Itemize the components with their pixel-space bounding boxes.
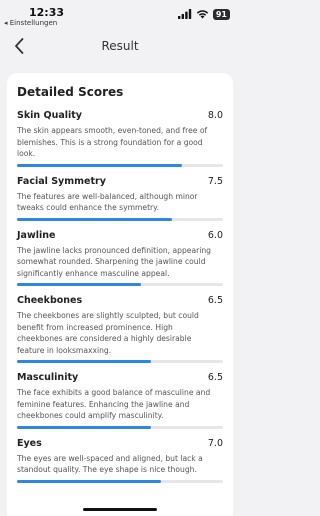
score-description: The cheekbones are slightly sculpted, bu… bbox=[17, 311, 199, 355]
score-description: The skin appears smooth, even-toned, and… bbox=[17, 126, 208, 158]
score-header: Jawline 6.0 bbox=[17, 230, 223, 241]
score-item: Cheekbones 6.5 The cheekbones are slightly… bbox=[17, 295, 223, 363]
score-bar-track bbox=[17, 283, 223, 286]
score-name: Eyes bbox=[17, 437, 42, 449]
score-description: The jawline lacks pronounced definition,… bbox=[17, 245, 211, 278]
score-bar-fill bbox=[17, 163, 182, 167]
score-name: Cheekbones bbox=[17, 295, 83, 306]
score-bar-fill bbox=[17, 425, 151, 429]
score-description: The eyes are well-spaced and aligned, bu… bbox=[17, 453, 203, 475]
status-bar: 12:33 ◂ Einstellungen 91 bbox=[0, 0, 240, 30]
score-header: Facial Symmetry 7.5 bbox=[17, 176, 223, 187]
scores-list: Skin Quality 8.0 The skin appears smooth, … bbox=[17, 110, 223, 483]
score-bar-track bbox=[17, 479, 223, 483]
navigation-bar: Result bbox=[0, 34, 240, 60]
score-bar-track bbox=[17, 425, 223, 429]
score-header: Cheekbones 6.5 bbox=[17, 295, 223, 306]
score-value: 8.0 bbox=[207, 110, 223, 121]
score-item: Masculinity 6.5 The face exhibits a good b… bbox=[17, 372, 223, 429]
score-bar-fill bbox=[17, 283, 141, 286]
score-bar-track bbox=[17, 163, 223, 167]
score-bar-fill bbox=[17, 479, 162, 483]
score-item: Eyes 7.0 The eyes are well-spaced and alig… bbox=[17, 438, 223, 483]
back-to-app-link[interactable]: ◂ Einstellungen bbox=[4, 19, 57, 27]
card-title: Detailed Scores bbox=[17, 85, 124, 99]
home-indicator bbox=[83, 508, 157, 511]
score-value: 6.0 bbox=[207, 229, 223, 241]
detailed-scores-card: Detailed Scores Skin Quality 8.0 The skin … bbox=[7, 73, 233, 516]
score-value: 6.5 bbox=[207, 372, 223, 383]
score-name: Skin Quality bbox=[17, 110, 82, 121]
score-item: Facial Symmetry 7.5 The features are well-… bbox=[17, 176, 223, 221]
score-bar-track bbox=[17, 217, 223, 221]
score-header: Eyes 7.0 bbox=[17, 438, 223, 449]
battery-indicator: 91 bbox=[212, 8, 230, 20]
score-description: The features are well-balanced, although… bbox=[17, 191, 198, 213]
score-description: The face exhibits a good balance of masc… bbox=[17, 388, 211, 420]
score-bar-fill bbox=[17, 217, 172, 221]
score-value: 7.0 bbox=[207, 437, 223, 449]
score-value: 6.5 bbox=[207, 295, 223, 306]
score-header: Masculinity 6.5 bbox=[17, 372, 223, 383]
score-name: Masculinity bbox=[17, 372, 79, 383]
score-header: Skin Quality 8.0 bbox=[17, 110, 223, 121]
score-name: Facial Symmetry bbox=[17, 175, 106, 187]
score-value: 7.5 bbox=[207, 175, 223, 187]
signal-icon bbox=[177, 9, 192, 19]
status-time: 12:33 bbox=[29, 6, 65, 19]
score-bar-track bbox=[17, 360, 223, 363]
score-item: Skin Quality 8.0 The skin appears smooth, … bbox=[17, 110, 223, 167]
page-title: Result bbox=[101, 39, 139, 53]
status-icons: 91 bbox=[177, 8, 230, 20]
wifi-icon bbox=[196, 10, 209, 19]
score-name: Jawline bbox=[17, 229, 56, 241]
score-item: Jawline 6.0 The jawline lacks pronounced d… bbox=[17, 230, 223, 286]
score-bar-fill bbox=[17, 360, 151, 363]
